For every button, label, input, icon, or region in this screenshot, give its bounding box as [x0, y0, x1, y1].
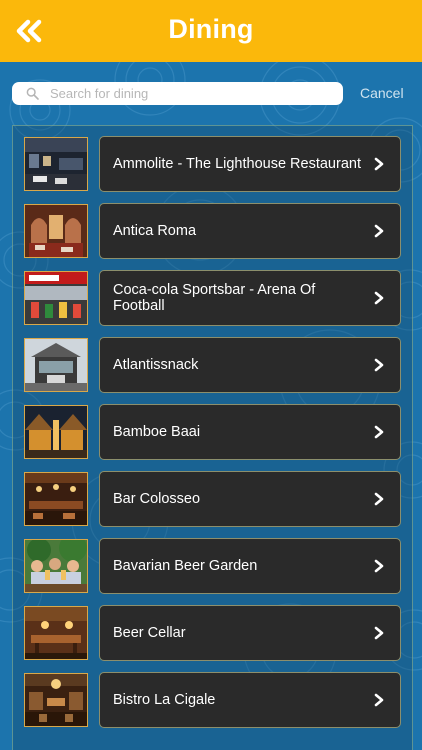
- search-box[interactable]: [12, 82, 343, 105]
- thumbnail-image: [24, 539, 88, 593]
- list-item-card[interactable]: Antica Roma: [99, 203, 401, 259]
- list-item-label: Bavarian Beer Garden: [113, 557, 258, 574]
- search-icon: [26, 87, 39, 100]
- thumbnail-image: [24, 472, 88, 526]
- chevron-right-icon: [374, 157, 384, 171]
- chevron-right-icon: [374, 626, 384, 640]
- list-item-card[interactable]: Bamboe Baai: [99, 404, 401, 460]
- list-item-card[interactable]: Ammolite - The Lighthouse Restaurant: [99, 136, 401, 192]
- list-item[interactable]: Antica Roma: [24, 203, 401, 260]
- list-item[interactable]: Atlantissnack: [24, 337, 401, 394]
- list-item-card[interactable]: Atlantissnack: [99, 337, 401, 393]
- list-item[interactable]: Bar Colosseo: [24, 471, 401, 528]
- list-item-label: Beer Cellar: [113, 624, 186, 641]
- page-title: Dining: [168, 14, 254, 44]
- app-header: Dining: [0, 0, 422, 62]
- list-item[interactable]: Coca-cola Sportsbar - Arena Of Football: [24, 270, 401, 327]
- cancel-button[interactable]: Cancel: [360, 85, 404, 101]
- list-item-label: Coca-cola Sportsbar - Arena Of Football: [113, 281, 316, 315]
- dining-list: Ammolite - The Lighthouse Restaurant Ant…: [12, 125, 413, 750]
- list-item-card[interactable]: Coca-cola Sportsbar - Arena Of Football: [99, 270, 401, 326]
- thumbnail-image: [24, 606, 88, 660]
- thumbnail-image: [24, 271, 88, 325]
- list-item[interactable]: Beer Cellar: [24, 605, 401, 662]
- thumbnail-image: [24, 204, 88, 258]
- chevron-right-icon: [374, 224, 384, 238]
- search-input[interactable]: [50, 82, 335, 105]
- thumbnail-image: [24, 405, 88, 459]
- chevron-right-icon: [374, 291, 384, 305]
- thumbnail-image: [24, 137, 88, 191]
- chevron-right-icon: [374, 425, 384, 439]
- list-item-label: Bar Colosseo: [113, 490, 201, 507]
- list-item[interactable]: Ammolite - The Lighthouse Restaurant: [24, 136, 401, 193]
- list-item-label: Ammolite - The Lighthouse Restaurant: [113, 155, 361, 172]
- chevron-right-icon: [374, 492, 384, 506]
- list-item[interactable]: Bavarian Beer Garden: [24, 538, 401, 595]
- list-item-card[interactable]: Beer Cellar: [99, 605, 401, 661]
- list-item-label: Atlantissnack: [113, 356, 199, 373]
- list-item-card[interactable]: Bistro La Cigale: [99, 672, 401, 728]
- list-item-label: Antica Roma: [113, 222, 197, 239]
- chevron-right-icon: [374, 358, 384, 372]
- list-item-label: Bistro La Cigale: [113, 691, 216, 708]
- thumbnail-image: [24, 673, 88, 727]
- chevron-right-icon: [374, 559, 384, 573]
- list-item-label: Bamboe Baai: [113, 423, 201, 440]
- search-bar: Cancel: [0, 62, 422, 118]
- chevron-right-icon: [374, 693, 384, 707]
- list-item-card[interactable]: Bavarian Beer Garden: [99, 538, 401, 594]
- list-item[interactable]: Bistro La Cigale: [24, 672, 401, 729]
- list-item[interactable]: Bamboe Baai: [24, 404, 401, 461]
- thumbnail-image: [24, 338, 88, 392]
- list-item-card[interactable]: Bar Colosseo: [99, 471, 401, 527]
